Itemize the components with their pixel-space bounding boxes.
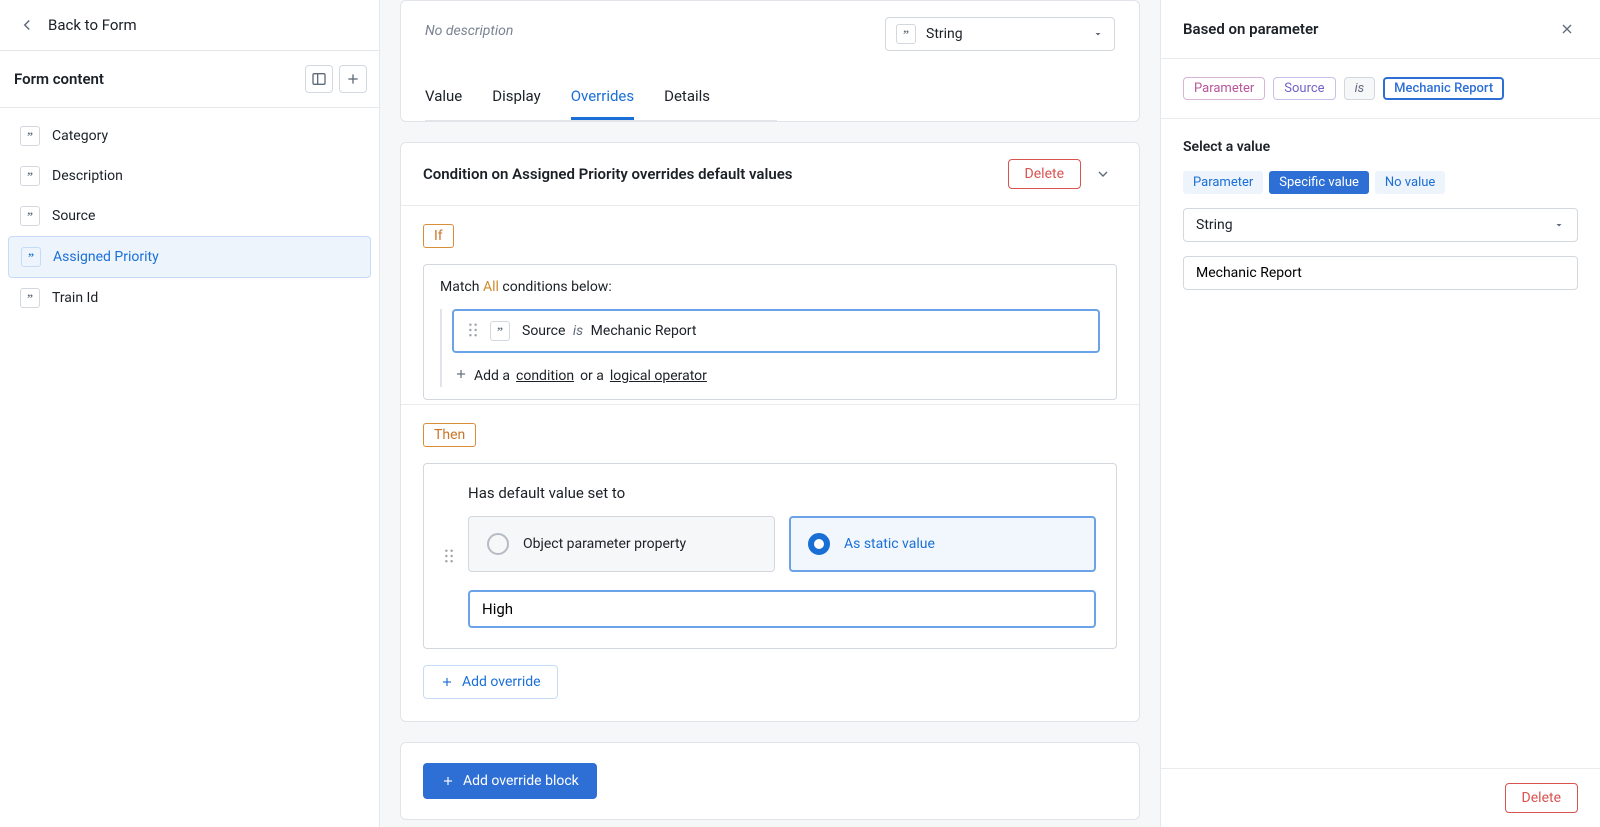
expression-chips: Parameter Source is Mechanic Report <box>1161 59 1600 119</box>
chip-parameter[interactable]: Parameter <box>1183 77 1265 100</box>
form-content-header: Form content <box>0 51 379 108</box>
chip-is[interactable]: is <box>1344 77 1376 100</box>
string-type-icon: ” <box>20 126 40 146</box>
add-override-block-button[interactable]: Add override block <box>423 763 597 799</box>
segment-no-value[interactable]: No value <box>1375 171 1445 194</box>
back-link[interactable]: Back to Form <box>0 0 379 51</box>
field-config-card: No description ” String Value Display Over… <box>400 0 1140 122</box>
condition-override-card: Condition on Assigned Priority overrides… <box>400 142 1140 722</box>
add-logical-operator-link[interactable]: logical operator <box>610 368 707 384</box>
main-panel: No description ” String Value Display Over… <box>380 0 1160 827</box>
delete-right-button[interactable]: Delete <box>1505 783 1578 813</box>
then-pill: Then <box>423 423 476 447</box>
form-content-title: Form content <box>14 70 104 88</box>
collapse-condition-button[interactable] <box>1089 160 1117 188</box>
chevron-down-icon <box>1095 166 1111 182</box>
match-conditions-box: Match All conditions below: ” Source is … <box>423 264 1117 400</box>
panel-icon <box>311 71 327 87</box>
value-type-select[interactable]: String <box>1183 208 1578 242</box>
arrow-left-icon <box>18 16 36 34</box>
delete-condition-button[interactable]: Delete <box>1008 159 1081 189</box>
field-type-value: String <box>926 26 963 42</box>
caret-down-icon <box>1092 28 1104 40</box>
then-title: Has default value set to <box>468 484 1096 502</box>
field-description: No description <box>425 23 513 39</box>
string-type-icon: ” <box>20 166 40 186</box>
chip-value[interactable]: Mechanic Report <box>1383 77 1504 100</box>
radio-unchecked-icon <box>487 533 509 555</box>
plus-icon <box>440 675 454 689</box>
tab-display[interactable]: Display <box>492 79 540 120</box>
plus-icon <box>441 774 455 788</box>
string-type-icon: ” <box>20 206 40 226</box>
tab-overrides[interactable]: Overrides <box>571 79 634 120</box>
form-field-label: Assigned Priority <box>53 249 159 265</box>
value-input[interactable] <box>1183 256 1578 290</box>
close-button[interactable] <box>1556 18 1578 40</box>
string-type-icon: ” <box>21 247 41 267</box>
tab-details[interactable]: Details <box>664 79 710 120</box>
form-field-label: Source <box>52 208 95 224</box>
add-block-card: Add override block <box>400 742 1140 820</box>
condition-row[interactable]: ” Source is Mechanic Report <box>452 309 1100 353</box>
if-pill: If <box>423 224 454 248</box>
form-field-item[interactable]: ” Assigned Priority <box>8 236 371 278</box>
condition-expression: Source is Mechanic Report <box>522 323 696 339</box>
segment-parameter[interactable]: Parameter <box>1183 171 1263 194</box>
back-label: Back to Form <box>48 16 137 34</box>
tab-value[interactable]: Value <box>425 79 462 120</box>
form-field-item[interactable]: ” Source <box>8 196 371 236</box>
then-block: Has default value set to Object paramete… <box>423 463 1117 649</box>
field-tabs: Value Display Overrides Details <box>425 79 1115 121</box>
add-condition-link[interactable]: condition <box>516 368 574 384</box>
add-condition-row: Add a condition or a logical operator <box>452 363 1100 387</box>
form-field-item[interactable]: ” Category <box>8 116 371 156</box>
chip-source[interactable]: Source <box>1273 77 1335 100</box>
string-type-icon: ” <box>896 24 916 44</box>
match-label: Match All conditions below: <box>440 279 1100 295</box>
add-form-field-button[interactable] <box>339 65 367 93</box>
right-panel-title: Based on parameter <box>1183 20 1318 38</box>
condition-title: Condition on Assigned Priority overrides… <box>423 165 793 183</box>
radio-object-property[interactable]: Object parameter property <box>468 516 775 572</box>
plus-icon <box>345 71 361 87</box>
sidebar: Back to Form Form content ” Category ” Desc… <box>0 0 380 827</box>
drag-handle-icon[interactable] <box>444 549 454 563</box>
string-type-icon: ” <box>20 288 40 308</box>
panel-toggle-button[interactable] <box>305 65 333 93</box>
form-field-label: Description <box>52 168 123 184</box>
form-field-label: Train Id <box>52 290 98 306</box>
string-type-icon: ” <box>490 321 510 341</box>
static-value-input[interactable] <box>468 590 1096 628</box>
radio-checked-icon <box>808 533 830 555</box>
select-value-label: Select a value <box>1183 139 1578 155</box>
form-field-item[interactable]: ” Description <box>8 156 371 196</box>
close-icon <box>1559 21 1575 37</box>
radio-static-value[interactable]: As static value <box>789 516 1096 572</box>
plus-icon <box>454 367 468 385</box>
add-override-button[interactable]: Add override <box>423 665 558 699</box>
field-type-select[interactable]: ” String <box>885 17 1115 51</box>
form-field-list: ” Category ” Description ” Source ” Assigned Pr… <box>0 108 379 326</box>
form-field-item[interactable]: ” Train Id <box>8 278 371 318</box>
form-field-label: Category <box>52 128 108 144</box>
segment-specific-value[interactable]: Specific value <box>1269 171 1369 194</box>
caret-down-icon <box>1553 219 1565 231</box>
drag-handle-icon[interactable] <box>468 323 478 339</box>
right-panel: Based on parameter Parameter Source is M… <box>1160 0 1600 827</box>
value-mode-segments: Parameter Specific value No value <box>1183 171 1578 194</box>
